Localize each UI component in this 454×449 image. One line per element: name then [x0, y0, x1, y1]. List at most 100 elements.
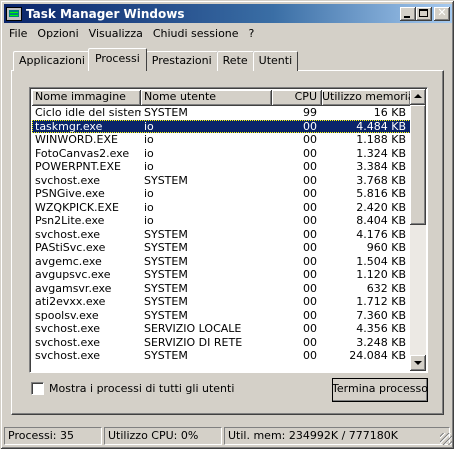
table-row[interactable]: POWERPNT.EXE io 00 3.384 KB [32, 160, 411, 174]
menu-bar: File Opzioni Visualizza Chiudi sessione … [4, 24, 452, 43]
show-all-processes-checkbox[interactable] [31, 382, 44, 395]
memory-cell: 632 KB [366, 281, 406, 295]
image-name-cell: taskmgr.exe [35, 119, 103, 133]
user-name-cell: io [144, 133, 154, 146]
menu-view[interactable]: Visualizza [84, 25, 148, 42]
status-memory: Util. mem: 234992K / 777180K [224, 427, 450, 445]
process-list[interactable]: Nome immagine Nome utente CPU Utilizzo m… [29, 87, 428, 373]
table-row[interactable]: avgupsvc.exe SYSTEM 00 1.120 KB [32, 268, 411, 282]
cpu-cell: 00 [303, 160, 317, 173]
image-name-cell: ati2evxx.exe [35, 295, 106, 308]
memory-cell: 1.120 KB [356, 268, 406, 281]
image-name-cell: WINWORD.EXE [35, 133, 118, 146]
task-manager-icon [6, 6, 22, 21]
table-row[interactable]: PAStiSvc.exe SYSTEM 00 960 KB [32, 241, 411, 255]
table-row[interactable]: avgamsvr.exe SYSTEM 00 632 KB [32, 282, 411, 296]
tab-applications[interactable]: Applicazioni [13, 51, 91, 71]
scroll-up-button[interactable] [410, 89, 426, 105]
menu-options[interactable]: Opzioni [32, 25, 83, 42]
table-row[interactable]: WINWORD.EXE io 00 1.188 KB [32, 133, 411, 147]
image-name-cell: svchost.exe [35, 322, 101, 335]
table-row[interactable]: svchost.exe SERVIZIO DI RETE 00 3.248 KB [32, 336, 411, 350]
memory-cell: 4.176 KB [356, 227, 406, 241]
user-name-cell: io [144, 146, 154, 160]
image-name-cell: svchost.exe [35, 335, 101, 349]
image-name-cell: WZQKPICK.EXE [35, 200, 119, 214]
image-name-cell: avgupsvc.exe [35, 268, 111, 281]
user-name-cell: io [144, 187, 154, 200]
menu-shutdown[interactable]: Chiudi sessione [148, 25, 244, 42]
user-name-cell: SYSTEM [144, 241, 188, 254]
column-header-image-name[interactable]: Nome immagine [32, 90, 141, 106]
table-row[interactable]: avgemc.exe SYSTEM 00 1.504 KB [32, 255, 411, 269]
image-name-cell: avgemc.exe [35, 254, 102, 268]
table-row[interactable]: svchost.exe SERVIZIO LOCALE 00 4.356 KB [32, 322, 411, 336]
tab-network[interactable]: Rete [216, 51, 254, 71]
cpu-cell: 00 [303, 173, 317, 187]
user-name-cell: SYSTEM [144, 227, 188, 241]
table-row[interactable]: FotoCanvas2.exe io 00 1.324 KB [32, 147, 411, 161]
scroll-thumb[interactable] [410, 105, 426, 225]
table-row[interactable]: ati2evxx.exe SYSTEM 00 1.712 KB [32, 295, 411, 309]
column-header-cpu[interactable]: CPU [272, 90, 322, 106]
user-name-cell: SYSTEM [144, 281, 188, 295]
menu-help[interactable]: ? [244, 25, 260, 42]
table-row[interactable]: Psn2Lite.exe io 00 8.404 KB [32, 214, 411, 228]
column-header-user-name[interactable]: Nome utente [141, 90, 272, 106]
tab-performance[interactable]: Prestazioni [145, 51, 218, 71]
user-name-cell: SYSTEM [144, 295, 188, 308]
table-row[interactable]: spoolsv.exe SYSTEM 00 7.360 KB [32, 309, 411, 323]
cpu-cell: 00 [303, 268, 317, 281]
image-name-cell: FotoCanvas2.exe [35, 146, 130, 160]
tab-processes[interactable]: Processi [87, 48, 147, 71]
memory-cell: 1.188 KB [356, 133, 406, 146]
end-process-button[interactable]: Termina processo [332, 378, 428, 402]
table-row[interactable]: svchost.exe SYSTEM 00 3.768 KB [32, 174, 411, 188]
maximize-button[interactable] [416, 6, 432, 21]
close-icon: ✕ [437, 5, 447, 19]
status-bar: Processi: 35 Utilizzo CPU: 0% Util. mem:… [4, 427, 452, 445]
column-header-memory[interactable]: Utilizzo memoria [322, 90, 411, 106]
memory-cell: 3.768 KB [356, 173, 406, 187]
user-name-cell: SYSTEM [144, 308, 188, 322]
resize-grip[interactable] [440, 433, 452, 445]
minimize-button[interactable] [400, 6, 416, 21]
close-button[interactable]: ✕ [434, 5, 450, 21]
memory-cell: 7.360 KB [356, 308, 406, 322]
tab-users[interactable]: Utenti [252, 51, 299, 71]
memory-cell: 16 KB [373, 106, 406, 119]
cpu-cell: 00 [303, 200, 317, 214]
tab-strip: Applicazioni Processi Prestazioni Rete U… [13, 48, 299, 71]
memory-cell: 1.324 KB [356, 146, 406, 160]
table-row[interactable]: Ciclo idle del sistema SYSTEM 99 16 KB [32, 106, 411, 120]
arrow-up-icon [414, 94, 422, 98]
user-name-cell: io [144, 214, 154, 227]
image-name-cell: avgamsvr.exe [35, 281, 112, 295]
minimize-icon [404, 15, 410, 18]
table-row[interactable]: taskmgr.exe io 00 4.484 KB [32, 119, 411, 133]
cpu-cell: 00 [303, 281, 317, 295]
show-all-processes-option[interactable]: Mostra i processi di tutti gli utenti [31, 382, 234, 395]
title-bar[interactable]: Task Manager Windows ✕ [4, 4, 452, 23]
maximize-icon [419, 8, 428, 17]
task-manager-window: Task Manager Windows ✕ File Opzioni Visu… [0, 0, 454, 449]
table-row[interactable]: svchost.exe SYSTEM 00 4.176 KB [32, 228, 411, 242]
table-row[interactable]: WZQKPICK.EXE io 00 2.420 KB [32, 201, 411, 215]
window-title: Task Manager Windows [26, 6, 185, 21]
user-name-cell: SYSTEM [144, 268, 188, 281]
status-processes: Processi: 35 [4, 427, 102, 445]
vertical-scrollbar[interactable] [410, 89, 426, 371]
user-name-cell: SYSTEM [144, 106, 188, 119]
image-name-cell: PAStiSvc.exe [35, 241, 106, 254]
user-name-cell: SYSTEM [144, 173, 188, 187]
scroll-down-button[interactable] [410, 355, 426, 371]
cpu-cell: 00 [303, 295, 317, 308]
cpu-cell: 00 [303, 133, 317, 146]
memory-cell: 24.084 KB [349, 349, 406, 362]
cpu-cell: 99 [303, 106, 317, 119]
user-name-cell: SYSTEM [144, 254, 188, 268]
menu-file[interactable]: File [4, 25, 32, 42]
table-row[interactable]: PSNGive.exe io 00 5.816 KB [32, 187, 411, 201]
table-row[interactable]: svchost.exe SYSTEM 00 24.084 KB [32, 349, 411, 363]
cpu-cell: 00 [303, 146, 317, 160]
